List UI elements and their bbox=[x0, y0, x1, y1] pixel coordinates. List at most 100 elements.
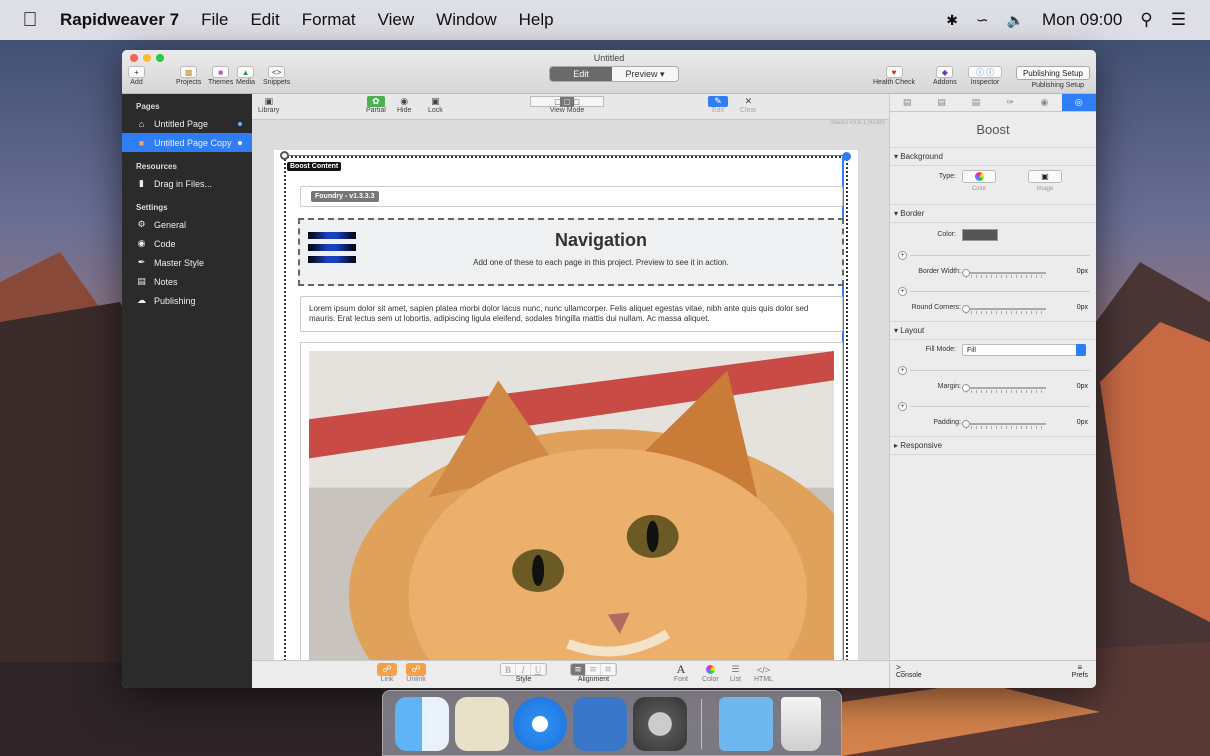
volume-icon[interactable]: 🔈 bbox=[1007, 12, 1024, 29]
round-corners-slider[interactable] bbox=[962, 305, 1046, 314]
underline-button[interactable]: U bbox=[531, 664, 546, 675]
navigation-stack[interactable]: Navigation Add one of these to each page… bbox=[298, 218, 844, 286]
sidebar-item-drag-files[interactable]: ▮ Drag in Files... bbox=[122, 174, 252, 193]
border-section-header[interactable]: ▾ Border bbox=[890, 204, 1096, 223]
menu-clock[interactable]: Mon 09:00 bbox=[1042, 10, 1122, 30]
sidebar-item-general[interactable]: ⚙ General bbox=[122, 215, 252, 234]
trash-icon[interactable] bbox=[781, 697, 821, 751]
stack-info-handle[interactable] bbox=[842, 152, 851, 161]
tab-page-inspector[interactable]: ▤ bbox=[890, 94, 924, 111]
fill-mode-select[interactable]: Fill bbox=[962, 344, 1086, 356]
menu-edit[interactable]: Edit bbox=[250, 10, 279, 30]
projects-button[interactable]: ▩ Projects bbox=[176, 66, 201, 86]
style-control[interactable]: B I U Style bbox=[500, 663, 547, 683]
align-right-button[interactable]: ≡ bbox=[601, 664, 616, 675]
clear-stack-button[interactable]: ✕ Clear bbox=[740, 96, 757, 114]
image-icon: ▣ bbox=[1041, 172, 1049, 181]
responsive-section-header[interactable]: ▸ Responsive bbox=[890, 436, 1096, 455]
menu-help[interactable]: Help bbox=[519, 10, 554, 30]
background-section-header[interactable]: ▾ Background bbox=[890, 148, 1096, 166]
close-icon: ✕ bbox=[744, 96, 753, 106]
mail-icon[interactable] bbox=[455, 697, 509, 751]
addons-button[interactable]: ◆ Addons bbox=[933, 66, 957, 86]
sidebar-item-code[interactable]: ◉ Code bbox=[122, 234, 252, 253]
tab-link-inspector[interactable]: ✑ bbox=[993, 94, 1027, 111]
partial-button[interactable]: ✿ Partial bbox=[366, 96, 386, 114]
tab-stack-inspector[interactable]: ◎ bbox=[1061, 94, 1096, 111]
align-left-button[interactable]: ≡ bbox=[571, 664, 586, 675]
view-mode-control[interactable]: □ □ □ View Mode bbox=[530, 96, 604, 114]
finder-icon[interactable] bbox=[395, 697, 449, 751]
color-button[interactable]: Color bbox=[702, 663, 719, 683]
bold-button[interactable]: B bbox=[501, 664, 516, 675]
preview-mode-button[interactable]: Preview ▾ bbox=[612, 67, 678, 81]
sidebar-item-untitled-page-copy[interactable]: ■ Untitled Page Copy bbox=[122, 133, 252, 152]
edit-mode-button[interactable]: Edit bbox=[550, 67, 612, 81]
foundry-stack[interactable]: Foundry - v1.3.3.3 bbox=[300, 186, 843, 207]
tab-header-inspector[interactable]: ▤ bbox=[959, 94, 993, 111]
type-image-button[interactable]: ▣ bbox=[1028, 170, 1062, 183]
html-button[interactable]: </> HTML bbox=[754, 663, 773, 684]
link-button[interactable]: ☍ Link bbox=[377, 663, 397, 683]
media-button[interactable]: ▲ Media bbox=[236, 66, 255, 86]
themes-button[interactable]: ■ Themes bbox=[208, 66, 233, 86]
font-button[interactable]: A Font bbox=[674, 662, 688, 683]
add-breakpoint-button[interactable]: + bbox=[898, 402, 907, 411]
code-icon: ◉ bbox=[137, 238, 146, 248]
add-breakpoint-button[interactable]: + bbox=[898, 366, 907, 375]
snippets-button[interactable]: <> Snippets bbox=[263, 66, 290, 86]
lock-button[interactable]: ▣ Lock bbox=[428, 96, 443, 114]
apple-menu-icon[interactable]:  bbox=[0, 9, 60, 32]
text-stack[interactable]: Lorem ipsum dolor sit amet, sapien plate… bbox=[300, 296, 843, 332]
notification-center-icon[interactable]: ☰ bbox=[1171, 10, 1186, 30]
italic-button[interactable]: I bbox=[516, 664, 531, 675]
health-check-button[interactable]: ♥ Health Check bbox=[873, 66, 915, 86]
add-breakpoint-button[interactable]: + bbox=[898, 287, 907, 296]
border-color-well[interactable] bbox=[962, 229, 998, 241]
wifi-icon[interactable]: ∽ bbox=[976, 11, 989, 29]
layout-section-header[interactable]: ▾ Layout bbox=[890, 321, 1096, 340]
sidebar-item-publishing[interactable]: ☁ Publishing bbox=[122, 291, 252, 310]
library-button[interactable]: ▣ Library bbox=[258, 96, 279, 114]
page-preview-area[interactable]: Boost Content Foundry - v1.3.3.3 Navigat… bbox=[274, 150, 858, 662]
type-color-button[interactable] bbox=[962, 170, 996, 183]
add-breakpoint-button[interactable]: + bbox=[898, 251, 907, 260]
xcode-icon[interactable] bbox=[573, 697, 627, 751]
list-button[interactable]: ☰ List bbox=[730, 663, 741, 683]
tab-layout-inspector[interactable]: ▤ bbox=[924, 94, 958, 111]
alignment-control[interactable]: ≡ ≡ ≡ Alignment bbox=[570, 663, 617, 683]
edit-preview-toggle: Edit Preview ▾ bbox=[549, 66, 679, 82]
add-button[interactable]: + Add bbox=[128, 66, 145, 86]
menu-format[interactable]: Format bbox=[302, 10, 356, 30]
menu-window[interactable]: Window bbox=[436, 10, 496, 30]
prefs-button[interactable]: ≡ Prefs bbox=[1072, 663, 1088, 679]
sidebar-item-notes[interactable]: ▤ Notes bbox=[122, 272, 252, 291]
inspector-panel: ▤ ▤ ▤ ✑ ◉ ◎ Boost ▾ Background Type: Col… bbox=[889, 94, 1096, 688]
publishing-setup-button[interactable]: Publishing Setup bbox=[1015, 66, 1090, 80]
safari-icon[interactable] bbox=[513, 697, 567, 751]
align-center-button[interactable]: ≡ bbox=[586, 664, 601, 675]
boost-stack[interactable]: Boost Content Foundry - v1.3.3.3 Navigat… bbox=[280, 151, 851, 662]
applications-folder-icon[interactable] bbox=[719, 697, 773, 751]
menu-app-name[interactable]: Rapidweaver 7 bbox=[60, 10, 179, 30]
hide-button[interactable]: ◉ Hide bbox=[397, 96, 411, 114]
bluetooth-icon[interactable]: ✱ bbox=[946, 12, 958, 29]
padding-slider[interactable] bbox=[962, 420, 1046, 429]
sidebar-item-untitled-page[interactable]: ⌂ Untitled Page bbox=[122, 114, 252, 133]
tab-style-inspector[interactable]: ◉ bbox=[1027, 94, 1061, 111]
inspector-button[interactable]: ⓘ ⓘ Inspector bbox=[968, 66, 1002, 86]
system-preferences-icon[interactable] bbox=[633, 697, 687, 751]
margin-slider[interactable] bbox=[962, 384, 1046, 393]
menu-view[interactable]: View bbox=[378, 10, 415, 30]
sidebar-item-master-style[interactable]: ✒ Master Style bbox=[122, 253, 252, 272]
image-stack[interactable] bbox=[300, 342, 843, 662]
border-width-value: 0px bbox=[1076, 268, 1088, 275]
border-width-slider[interactable] bbox=[962, 269, 1046, 278]
edit-stack-button[interactable]: ✎ Edit bbox=[708, 96, 728, 114]
spotlight-search-icon[interactable]: ⚲ bbox=[1140, 10, 1152, 30]
menu-file[interactable]: File bbox=[201, 10, 228, 30]
stack-remove-handle[interactable] bbox=[280, 151, 289, 160]
console-button[interactable]: >_ Console bbox=[896, 663, 922, 679]
unlink-button[interactable]: ☍ Unlink bbox=[406, 663, 426, 683]
editor-canvas[interactable]: Stacks v3.6.1 (4160) Boost Content Found… bbox=[252, 120, 889, 662]
